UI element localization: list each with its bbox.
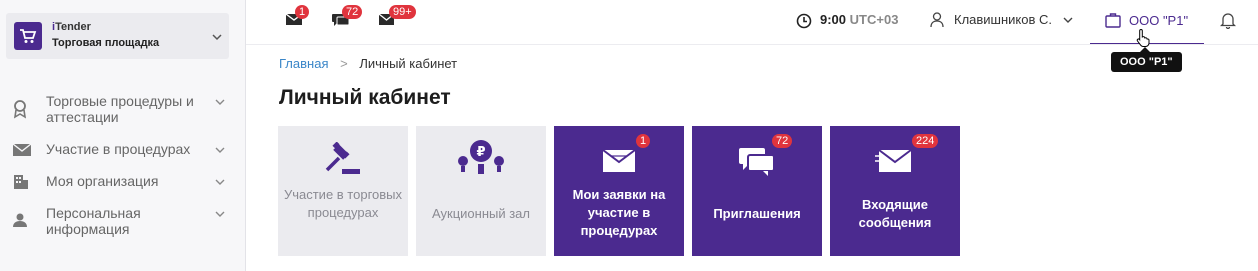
sidebar-item-participation[interactable]: Участие в процедурах	[0, 141, 245, 173]
cart-icon	[14, 22, 42, 50]
chevron-down-icon	[214, 143, 226, 161]
sidebar-item-procedures[interactable]: Торговые процедуры и аттестации	[0, 93, 245, 125]
chevron-right-icon: >	[340, 56, 348, 71]
inbox-badge: 99+	[389, 5, 416, 19]
person-icon	[12, 212, 28, 233]
clock-icon	[796, 13, 812, 34]
top-bar: 1 72 99+ 9:00 UTC+03 Клавишников С. ООО …	[246, 0, 1258, 45]
tile-auction-hall[interactable]: ₽ Аукционный зал	[416, 126, 546, 256]
inbox-button[interactable]: 99+	[378, 5, 416, 31]
bell-icon[interactable]	[1219, 11, 1237, 34]
mail-button[interactable]: 1	[285, 5, 310, 31]
chevron-down-icon	[214, 207, 226, 225]
auction-hall-icon: ₽	[416, 138, 546, 183]
mail-badge: 1	[295, 5, 310, 19]
tile-label: Приглашения	[713, 206, 801, 221]
user-name: Клавишников С.	[954, 12, 1053, 27]
sidebar: iTender Торговая площадка Торговые проце…	[0, 0, 246, 271]
envelope-icon	[554, 146, 684, 179]
organization-name: ООО "Р1"	[1129, 13, 1189, 28]
tile-label: Аукционный зал	[431, 206, 530, 221]
chat-icon	[692, 146, 822, 183]
chat-button[interactable]: 72	[332, 5, 363, 33]
breadcrumb: Главная > Личный кабинет	[279, 56, 457, 71]
tile-inbox[interactable]: 224 Входящие сообщения	[830, 126, 960, 256]
award-icon	[12, 99, 28, 124]
chevron-down-icon	[214, 175, 226, 193]
breadcrumb-home[interactable]: Главная	[279, 56, 328, 71]
hand-cursor-icon	[1136, 28, 1152, 53]
chevron-down-icon	[214, 95, 226, 113]
sidebar-item-organization[interactable]: Моя организация	[0, 173, 245, 205]
organization-tooltip: ООО "Р1"	[1111, 47, 1182, 72]
sidebar-item-label: Моя организация	[46, 173, 159, 189]
tile-badge: 72	[772, 134, 793, 148]
tile-trade-participation[interactable]: Участие в торговых процедурах	[278, 126, 408, 256]
chevron-down-icon	[211, 30, 223, 48]
tile-label: Мои заявки на участие в процедурах	[572, 187, 666, 238]
sidebar-item-label: Персональная информация	[46, 205, 141, 237]
breadcrumb-current: Личный кабинет	[359, 56, 458, 71]
svg-text:₽: ₽	[476, 145, 485, 160]
sidebar-item-label: Торговые процедуры и аттестации	[46, 93, 194, 125]
inbox-icon	[830, 146, 960, 179]
building-icon	[12, 174, 30, 195]
chevron-down-icon	[1062, 14, 1074, 29]
tile-my-applications[interactable]: 1 Мои заявки на участие в процедурах	[554, 126, 684, 256]
user-icon	[930, 12, 944, 31]
sidebar-item-label: Участие в процедурах	[46, 141, 191, 157]
brand-name: iTender	[52, 21, 91, 33]
briefcase-icon	[1105, 12, 1121, 33]
time-value: 9:00	[820, 12, 847, 27]
chat-badge: 72	[342, 5, 363, 19]
timezone: UTC+03	[849, 12, 899, 27]
platform-switcher[interactable]: iTender Торговая площадка	[6, 13, 229, 59]
tile-invitations[interactable]: 72 Приглашения	[692, 126, 822, 256]
envelope-icon	[12, 143, 32, 162]
server-time: 9:00 UTC+03	[820, 12, 898, 27]
tile-label: Участие в торговых процедурах	[283, 187, 403, 220]
tile-badge: 1	[636, 134, 651, 148]
app-root: iTender Торговая площадка Торговые проце…	[0, 0, 1258, 271]
tile-badge: 224	[912, 134, 939, 148]
tile-label: Входящие сообщения	[858, 197, 932, 230]
gavel-icon	[278, 141, 408, 181]
page-title: Личный кабинет	[279, 86, 451, 109]
sidebar-item-personal[interactable]: Персональная информация	[0, 205, 245, 237]
brand-subtitle: Торговая площадка	[52, 37, 160, 49]
